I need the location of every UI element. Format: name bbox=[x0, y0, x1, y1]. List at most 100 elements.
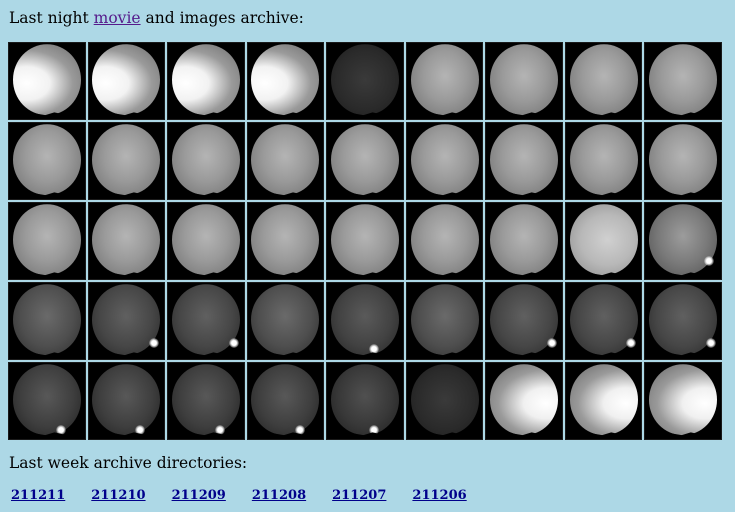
allsky-image bbox=[92, 364, 161, 435]
sky-thumbnail[interactable] bbox=[564, 282, 643, 360]
allsky-image bbox=[569, 44, 638, 115]
allsky-image bbox=[12, 124, 81, 195]
sky-thumbnail[interactable] bbox=[405, 282, 484, 360]
moon-glare bbox=[368, 343, 379, 354]
sky-thumbnail[interactable] bbox=[167, 202, 245, 280]
sky-thumbnail[interactable] bbox=[326, 42, 404, 120]
allsky-image bbox=[330, 44, 399, 115]
allsky-image bbox=[171, 204, 240, 275]
sky-thumbnail[interactable] bbox=[167, 42, 245, 120]
allsky-image bbox=[330, 204, 399, 275]
sky-thumbnail[interactable] bbox=[8, 122, 86, 200]
moon-glare bbox=[546, 337, 557, 348]
allsky-image bbox=[490, 204, 559, 275]
sky-thumbnail[interactable] bbox=[405, 122, 484, 200]
allsky-image bbox=[330, 124, 399, 195]
allsky-image bbox=[490, 44, 559, 115]
sky-thumbnail[interactable] bbox=[246, 122, 325, 200]
allsky-image bbox=[410, 44, 479, 115]
sky-thumbnail[interactable] bbox=[644, 202, 722, 280]
sky-thumbnail[interactable] bbox=[246, 202, 325, 280]
moon-glare bbox=[228, 337, 239, 348]
allsky-image bbox=[92, 204, 161, 275]
moon-glare bbox=[148, 337, 159, 348]
directory-link[interactable]: 211210 bbox=[91, 487, 145, 505]
sky-thumbnail[interactable] bbox=[644, 362, 722, 440]
allsky-image bbox=[330, 364, 399, 435]
allsky-image bbox=[92, 44, 161, 115]
allsky-image bbox=[330, 284, 399, 355]
sky-thumbnail[interactable] bbox=[87, 42, 166, 120]
allsky-image bbox=[92, 124, 161, 195]
sky-thumbnail[interactable] bbox=[564, 42, 643, 120]
sky-thumbnail[interactable] bbox=[8, 42, 86, 120]
sky-thumbnail[interactable] bbox=[485, 42, 563, 120]
sky-thumbnail[interactable] bbox=[8, 202, 86, 280]
allsky-image bbox=[171, 44, 240, 115]
sky-thumbnail[interactable] bbox=[326, 202, 404, 280]
sky-thumbnail[interactable] bbox=[564, 122, 643, 200]
allsky-image bbox=[251, 364, 320, 435]
sky-thumbnail[interactable] bbox=[405, 202, 484, 280]
sky-thumbnail[interactable] bbox=[246, 362, 325, 440]
allsky-image bbox=[410, 204, 479, 275]
allsky-image bbox=[12, 284, 81, 355]
image-archive-grid bbox=[8, 42, 722, 440]
allsky-image bbox=[410, 124, 479, 195]
movie-link[interactable]: movie bbox=[94, 9, 141, 27]
directory-link[interactable]: 211206 bbox=[412, 487, 466, 505]
sky-thumbnail[interactable] bbox=[167, 282, 245, 360]
moon-glare bbox=[704, 256, 715, 267]
allsky-image bbox=[569, 204, 638, 275]
sky-thumbnail[interactable] bbox=[485, 282, 563, 360]
allsky-image bbox=[251, 204, 320, 275]
allsky-image bbox=[649, 44, 718, 115]
sky-thumbnail[interactable] bbox=[167, 362, 245, 440]
sky-thumbnail[interactable] bbox=[485, 122, 563, 200]
moon-glare bbox=[705, 337, 716, 348]
page-heading: Last night movie and images archive: bbox=[9, 8, 304, 28]
allsky-image bbox=[410, 364, 479, 435]
sky-thumbnail[interactable] bbox=[167, 122, 245, 200]
sky-thumbnail[interactable] bbox=[326, 282, 404, 360]
directory-link[interactable]: 211211 bbox=[11, 487, 65, 505]
sky-thumbnail[interactable] bbox=[644, 282, 722, 360]
heading-suffix: and images archive: bbox=[140, 9, 304, 27]
sky-thumbnail[interactable] bbox=[8, 282, 86, 360]
sky-thumbnail[interactable] bbox=[405, 362, 484, 440]
allsky-image bbox=[12, 44, 81, 115]
allsky-image bbox=[251, 284, 320, 355]
sky-thumbnail[interactable] bbox=[87, 282, 166, 360]
sky-thumbnail[interactable] bbox=[87, 122, 166, 200]
sky-thumbnail[interactable] bbox=[564, 362, 643, 440]
allsky-image bbox=[649, 124, 718, 195]
allsky-image bbox=[251, 124, 320, 195]
sky-thumbnail[interactable] bbox=[87, 202, 166, 280]
directory-links: 211211 211210 211209 211208 211207 211206 bbox=[11, 487, 467, 505]
directory-link[interactable]: 211208 bbox=[252, 487, 306, 505]
allsky-image bbox=[649, 364, 718, 435]
allsky-image bbox=[171, 124, 240, 195]
sky-thumbnail[interactable] bbox=[246, 282, 325, 360]
allsky-image bbox=[410, 284, 479, 355]
allsky-image bbox=[490, 124, 559, 195]
sky-thumbnail[interactable] bbox=[564, 202, 643, 280]
allsky-image bbox=[569, 124, 638, 195]
sky-thumbnail[interactable] bbox=[87, 362, 166, 440]
directory-link[interactable]: 211207 bbox=[332, 487, 386, 505]
sky-thumbnail[interactable] bbox=[326, 362, 404, 440]
sky-thumbnail[interactable] bbox=[326, 122, 404, 200]
moon-glare bbox=[626, 337, 637, 348]
sky-thumbnail[interactable] bbox=[644, 42, 722, 120]
sky-thumbnail[interactable] bbox=[405, 42, 484, 120]
sky-thumbnail[interactable] bbox=[485, 362, 563, 440]
heading-prefix: Last night bbox=[9, 9, 94, 27]
allsky-image bbox=[171, 364, 240, 435]
sky-thumbnail[interactable] bbox=[485, 202, 563, 280]
sky-thumbnail[interactable] bbox=[246, 42, 325, 120]
directory-link[interactable]: 211209 bbox=[172, 487, 226, 505]
week-archive-heading: Last week archive directories: bbox=[9, 454, 248, 472]
sky-thumbnail[interactable] bbox=[8, 362, 86, 440]
sky-thumbnail[interactable] bbox=[644, 122, 722, 200]
allsky-image bbox=[251, 44, 320, 115]
